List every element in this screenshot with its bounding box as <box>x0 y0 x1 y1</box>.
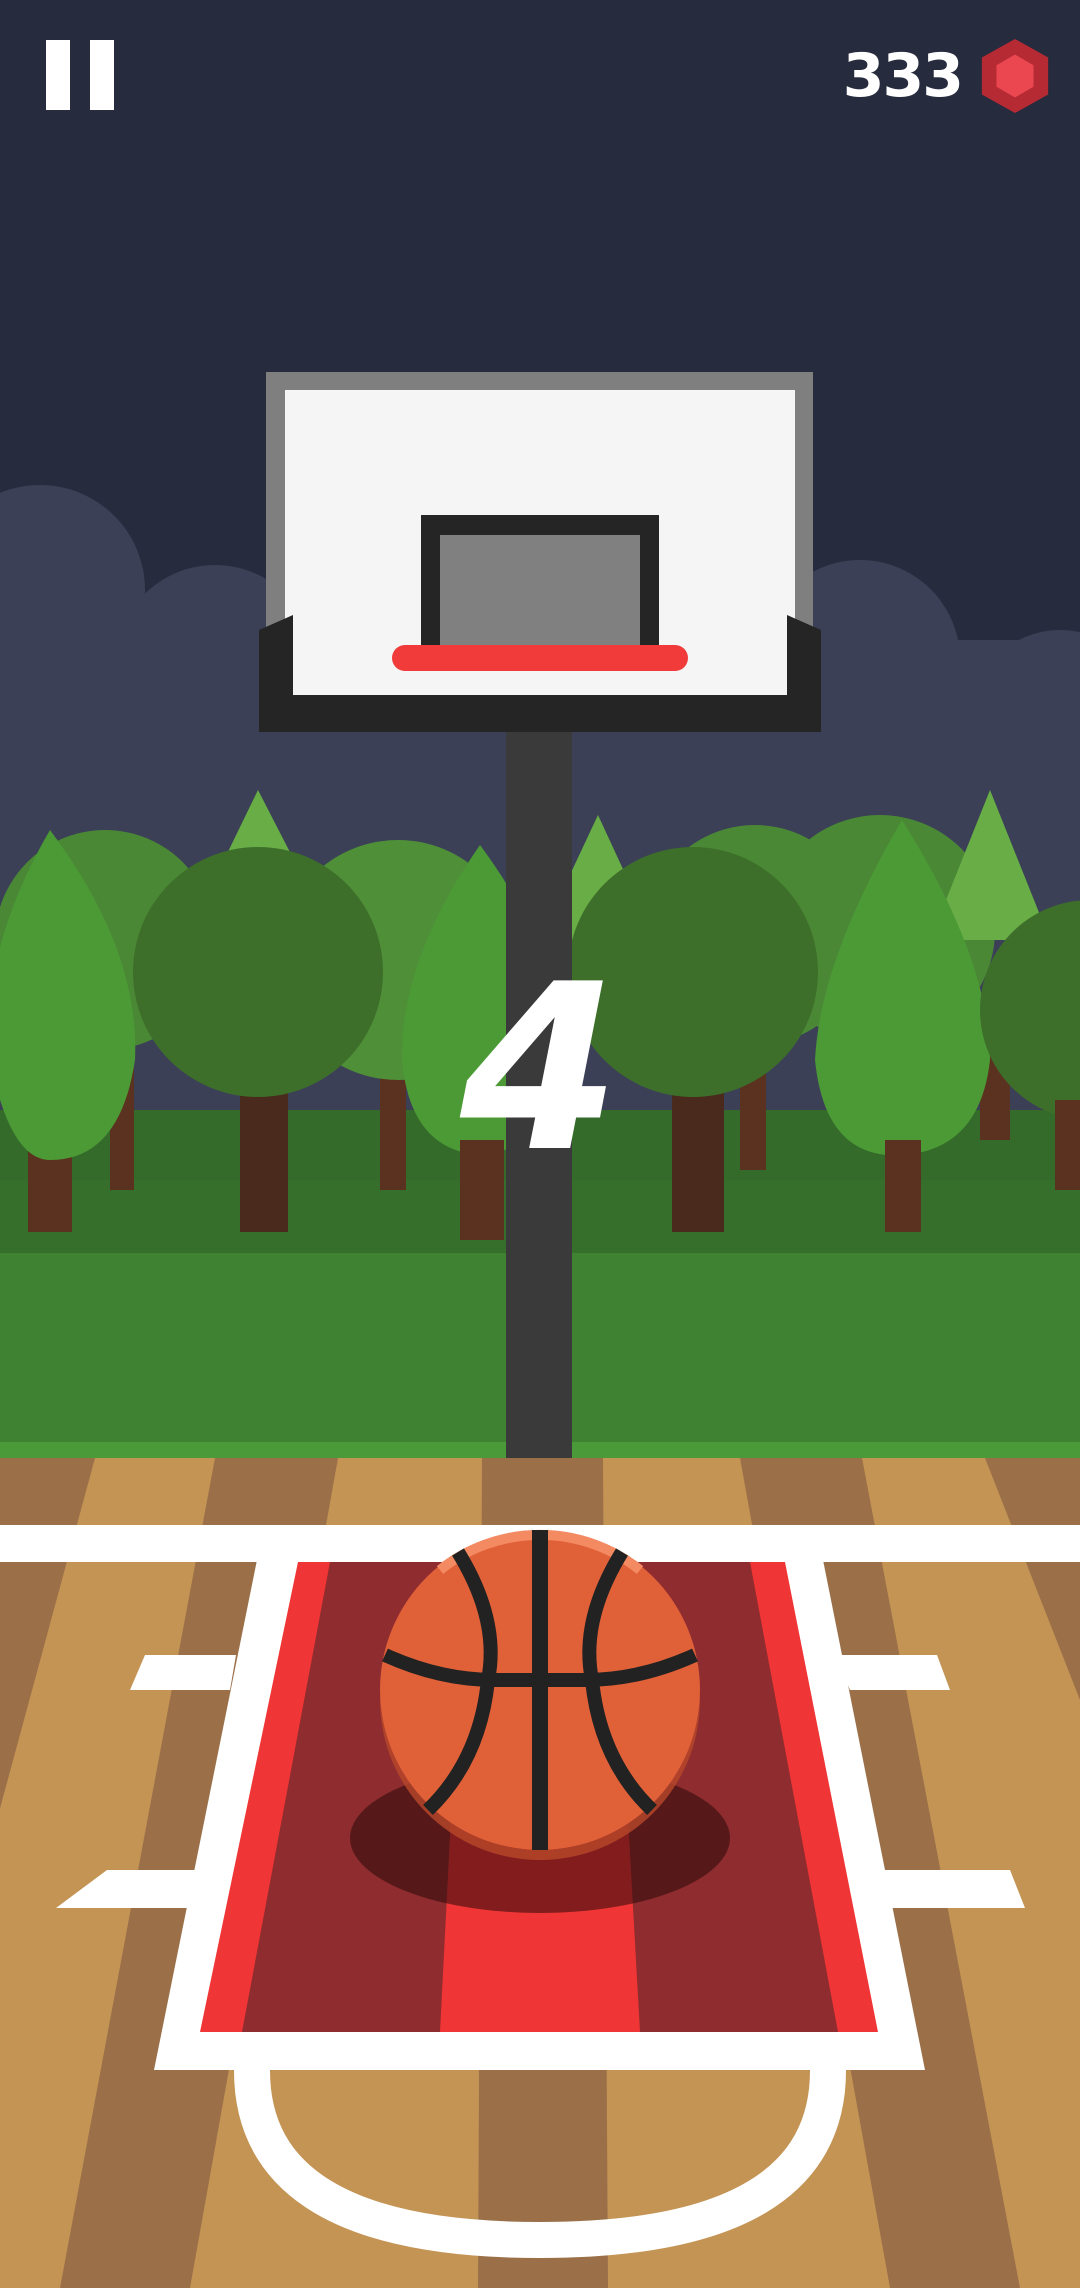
basketball[interactable] <box>380 1529 700 1860</box>
gem-counter: 333 <box>843 34 1054 118</box>
hexagon-gem-icon <box>981 38 1049 114</box>
backboard <box>259 372 821 732</box>
hoop-rim <box>392 645 688 671</box>
gem-count: 333 <box>842 41 964 111</box>
shot-counter: 4 <box>459 936 621 1203</box>
pause-button[interactable] <box>40 36 120 116</box>
game-screen[interactable]: 333 4 <box>0 0 1080 2288</box>
